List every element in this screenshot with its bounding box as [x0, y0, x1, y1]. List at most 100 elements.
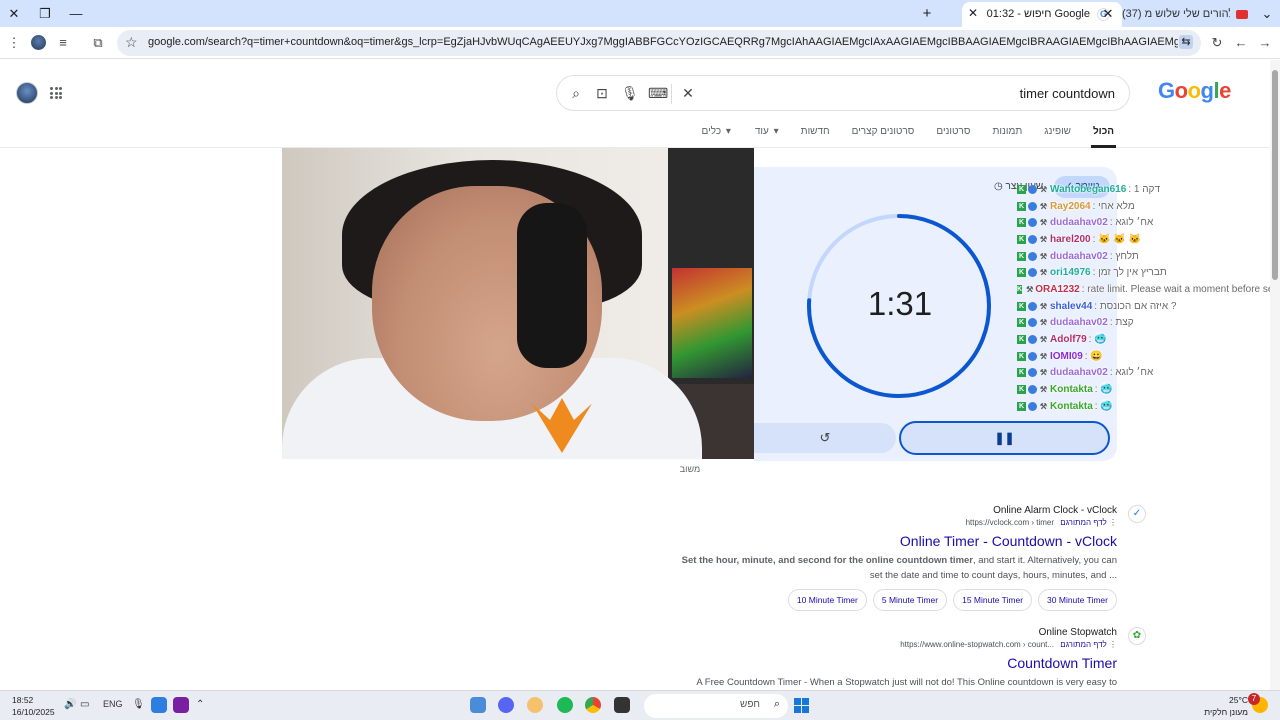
webcam-video — [282, 148, 754, 459]
badge-icon: ⚒ — [1039, 351, 1048, 361]
search-icon[interactable]: ⌕ — [568, 85, 584, 102]
badge-icon: ⚒ — [1039, 201, 1048, 211]
volume-icon[interactable]: 🔊 — [64, 699, 76, 710]
result-snippet: A Free Countdown Timer - When a Stopwatc… — [696, 677, 1117, 688]
search-input[interactable]: timer countdown — [1020, 86, 1115, 101]
lens-icon[interactable]: ⊡ — [594, 85, 610, 102]
weather-widget[interactable]: 25°C מעונן חלקית — [1200, 694, 1248, 718]
badge-icon: ⚒ — [1039, 368, 1048, 378]
new-tab-icon[interactable]: + — [917, 4, 937, 24]
extensions-icon[interactable]: ⧉ — [90, 35, 106, 51]
tray-app-icon[interactable] — [151, 697, 167, 713]
translate-link[interactable]: לדף המתורגם — [1060, 518, 1107, 527]
restore-window-icon[interactable]: ❐ — [35, 4, 55, 24]
google-logo[interactable]: Google — [1158, 78, 1231, 104]
url-text[interactable]: google.com/search?q=timer+countdown&oq=t… — [148, 36, 1178, 48]
tab-youtube[interactable]: (37) הכנתי להורים שלי שלוש מ — [1120, 2, 1252, 27]
feedback-link[interactable]: משוב — [670, 464, 710, 474]
tab-news[interactable]: חדשות — [799, 126, 832, 148]
taskbar-clock[interactable]: 18:52 16/10/2025 — [12, 694, 55, 718]
tab-tools[interactable]: כלים ▾ — [698, 126, 733, 148]
reload-icon[interactable]: ↻ — [1209, 35, 1225, 51]
menu-icon[interactable]: ⋮ — [6, 35, 22, 51]
minimize-window-icon[interactable]: — — [66, 4, 86, 24]
tab-more[interactable]: עוד ▾ — [751, 126, 781, 148]
account-avatar[interactable] — [16, 82, 38, 104]
tab-short-videos[interactable]: סרטונים קצרים — [850, 126, 917, 148]
close-window-icon[interactable]: ✕ — [4, 4, 24, 24]
result-site-name[interactable]: Online Alarm Clock - vClock — [677, 505, 1117, 516]
badge-icon: ⚒ — [1039, 268, 1048, 278]
windows-taskbar: 18:52 16/10/2025 🔊 ▭ ENG 🎙 ⌃ חפש ⌕ 25°C … — [0, 690, 1280, 720]
tab-search-icon[interactable]: ⌄ — [1257, 4, 1277, 24]
apps-grid-icon[interactable] — [50, 87, 62, 99]
chat-username: dudaahav02 — [1050, 317, 1108, 329]
address-bar[interactable]: ☆ google.com/search?q=timer+countdown&oq… — [117, 30, 1201, 56]
tab-images[interactable]: תמונות — [990, 126, 1024, 148]
badge-icon: ⚒ — [1039, 335, 1048, 345]
language-indicator[interactable]: ENG — [103, 699, 123, 709]
chat-username: dudaahav02 — [1050, 217, 1108, 229]
badge-icon: ⚒ — [1039, 385, 1048, 395]
badge-icon — [1028, 335, 1037, 345]
translate-link[interactable]: לדף המתורגם — [1060, 640, 1107, 649]
page-scrollbar[interactable] — [1270, 60, 1280, 690]
result-title[interactable]: Online Timer - Countdown - vClock — [677, 533, 1117, 549]
keyboard-icon[interactable]: ⌨ — [648, 85, 668, 102]
tab-all[interactable]: הכול — [1090, 126, 1116, 148]
result-url-text[interactable]: https://vclock.com › timer — [966, 518, 1054, 527]
spotify-icon[interactable] — [557, 697, 573, 713]
badge-icon: K — [1017, 401, 1026, 411]
sitelink-chip[interactable]: 10 Minute Timer — [787, 589, 867, 611]
bookmark-star-icon[interactable]: ☆ — [125, 34, 138, 51]
chat-message: K ⚒ dudaahav02: אח׳ לוגא — [1017, 365, 1280, 382]
taskbar-search[interactable]: חפש ⌕ — [644, 694, 788, 718]
sitelink-chip[interactable]: 30 Minute Timer — [1038, 589, 1117, 611]
discord-icon[interactable] — [498, 697, 514, 713]
sitelink-chip[interactable]: 15 Minute Timer — [953, 589, 1033, 611]
chat-message: K ⚒ Wantobegan616: דקה 1 — [1017, 181, 1280, 198]
chat-text: : 🥶 — [1094, 384, 1113, 396]
chat-message: K ⚒ Kontakta: 🥶 — [1017, 381, 1280, 398]
tab-close-icon[interactable]: ✕ — [1098, 4, 1118, 24]
app-icon[interactable] — [527, 697, 543, 713]
search-icon: ⌕ — [773, 698, 780, 710]
windows-start-icon[interactable] — [794, 698, 809, 713]
forward-icon[interactable]: → — [1257, 35, 1273, 50]
reset-button[interactable]: ↺ — [754, 423, 896, 453]
mic-icon[interactable]: 🎙 — [621, 85, 639, 102]
terminal-icon[interactable] — [614, 697, 630, 713]
notification-badge: 7 — [1248, 693, 1260, 705]
sitelink-chip[interactable]: 5 Minute Timer — [872, 589, 948, 611]
tab-videos[interactable]: סרטונים — [934, 126, 972, 148]
network-icon[interactable]: ▭ — [80, 699, 89, 710]
notepad-icon[interactable] — [470, 697, 486, 713]
logo-letter: o — [1187, 78, 1201, 103]
profile-avatar[interactable] — [31, 35, 46, 50]
snippet-bold: Set the hour, minute, and second for the… — [681, 555, 974, 566]
chat-username: Adolf79 — [1050, 334, 1087, 346]
onenote-icon[interactable] — [173, 697, 189, 713]
search-box[interactable]: ⌕ ⊡ 🎙 ⌨ ✕ timer countdown — [556, 75, 1130, 111]
result-url-text[interactable]: https://www.online-stopwatch.com › count… — [900, 640, 1054, 649]
result-title[interactable]: Countdown Timer — [677, 655, 1117, 671]
media-icon[interactable]: ≡ — [55, 35, 71, 50]
chat-username: harel200 — [1050, 233, 1091, 245]
chat-text: : 🥶 — [1094, 400, 1113, 412]
badge-icon: K — [1017, 284, 1023, 294]
back-icon[interactable]: ← — [1233, 35, 1249, 50]
clear-icon[interactable]: ✕ — [680, 85, 696, 102]
tab-shopping[interactable]: שופינג — [1042, 126, 1073, 148]
result-site-name[interactable]: Online Stopwatch — [677, 627, 1117, 638]
show-hidden-icons[interactable]: ⌃ — [196, 699, 204, 710]
logo-letter: o — [1174, 78, 1188, 103]
chat-text: : איזה אם הכונסת ? — [1094, 300, 1177, 312]
chrome-icon[interactable] — [585, 697, 601, 713]
more-options-icon[interactable]: ⋮ — [1109, 640, 1117, 649]
more-options-icon[interactable]: ⋮ — [1109, 518, 1117, 527]
site-info-icon[interactable]: ⇆ — [1179, 35, 1193, 49]
sitelinks: 30 Minute Timer 15 Minute Timer 5 Minute… — [677, 589, 1117, 611]
tab-close-icon[interactable]: ✕ — [968, 6, 978, 20]
scrollbar-thumb[interactable] — [1272, 70, 1278, 280]
mic-tray-icon[interactable]: 🎙 — [132, 699, 145, 710]
